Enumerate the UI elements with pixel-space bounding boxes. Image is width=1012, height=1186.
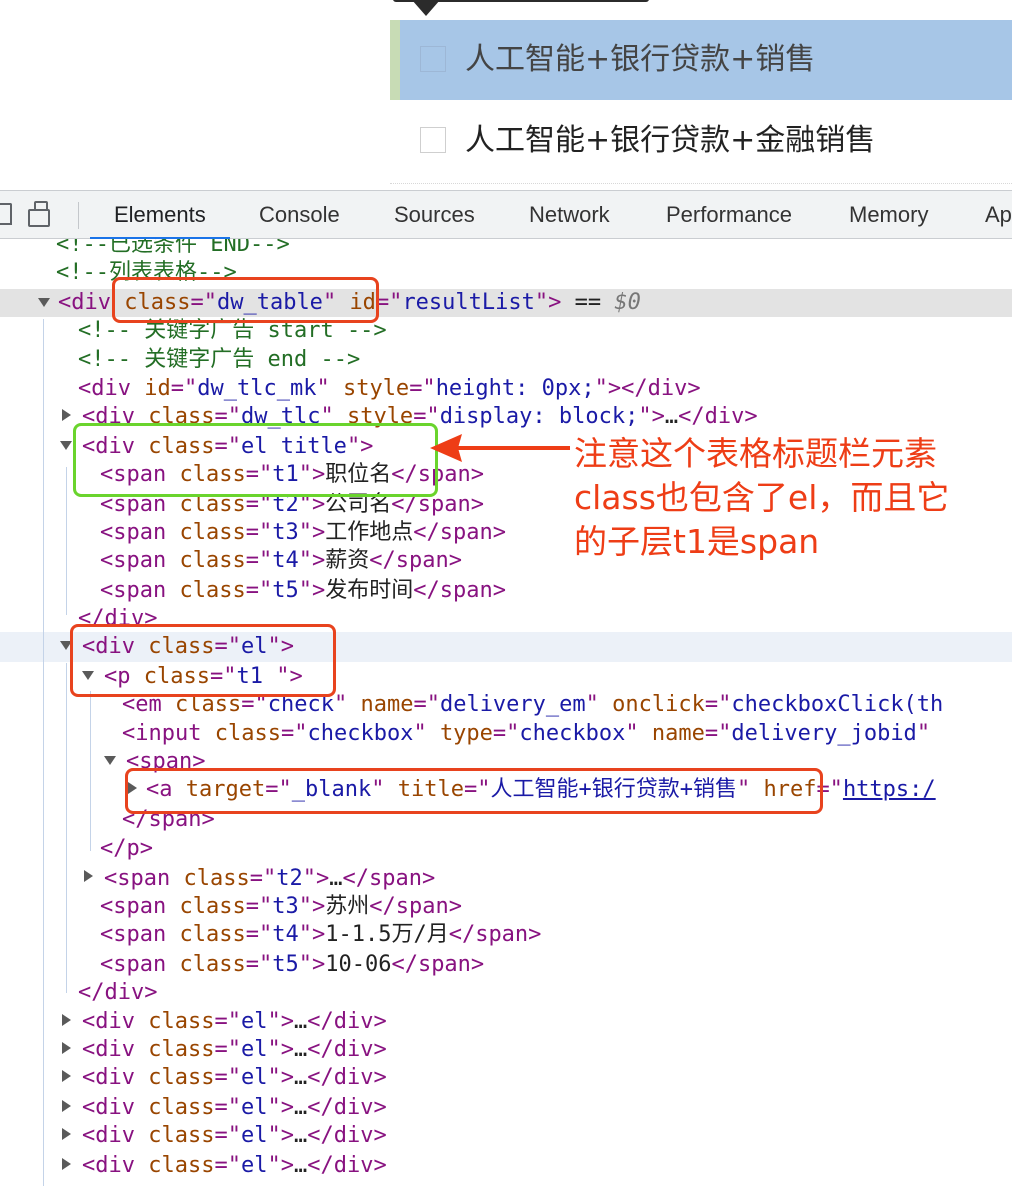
dom-node-el-collapsed[interactable]: <div class="el">…</div> (82, 1036, 387, 1064)
dom-node-title-span[interactable]: <span class="t4">薪资</span> (100, 547, 462, 575)
highlight-box-el-row (70, 624, 336, 697)
dom-node-input[interactable]: <input class="checkbox" type="checkbox" … (122, 720, 930, 748)
dom-close-tag[interactable]: </div> (78, 979, 157, 1007)
job-title-link[interactable]: 人工智能+银行贷款+金融销售 (465, 121, 875, 161)
elements-panel: <!--已选条件 END--> <!--列表表格--> <div class="… (0, 239, 1012, 1186)
collapse-toggle-icon[interactable] (38, 298, 50, 307)
tab-memory[interactable]: Memory (849, 191, 928, 238)
job-row[interactable]: 人工智能+银行贷款+金融销售 (390, 101, 1012, 181)
dom-node-el-collapsed[interactable]: <div class="el">…</div> (82, 1094, 387, 1122)
expand-toggle-icon[interactable] (84, 870, 93, 882)
tab-console[interactable]: Console (259, 191, 340, 238)
dom-node-tlc-mk[interactable]: <div id="dw_tlc_mk" style="height: 0px;"… (78, 375, 701, 403)
indent-guide (66, 663, 67, 993)
dom-comment[interactable]: <!-- 关键字广告 end --> (78, 346, 360, 374)
expand-toggle-icon[interactable] (62, 1042, 71, 1054)
indent-guide (43, 319, 44, 1186)
tab-application[interactable]: Ap (985, 191, 1012, 238)
expand-toggle-icon[interactable] (62, 1100, 71, 1112)
row-divider (390, 183, 1012, 184)
expand-toggle-icon[interactable] (62, 1014, 71, 1026)
job-checkbox[interactable] (420, 127, 446, 153)
job-list-page: 人工智能+银行贷款+销售 人工智能+银行贷款+金融销售 (0, 0, 1012, 190)
toolbar-divider (78, 202, 79, 229)
annotation-note-line: class也包含了el，而且它 (574, 478, 950, 517)
tab-network[interactable]: Network (529, 191, 610, 238)
tooltip-arrow (412, 0, 440, 16)
expand-toggle-icon[interactable] (62, 409, 71, 421)
tab-sources[interactable]: Sources (394, 191, 475, 238)
highlight-box-el-title (73, 423, 438, 497)
indent-guide (90, 691, 91, 851)
dom-node-span-t4[interactable]: <span class="t4">1-1.5万/月</span> (100, 921, 541, 949)
collapse-toggle-icon[interactable] (60, 441, 72, 450)
tab-performance[interactable]: Performance (666, 191, 792, 238)
job-row-highlighted[interactable]: 人工智能+银行贷款+销售 (390, 20, 1012, 100)
expand-toggle-icon[interactable] (62, 1070, 71, 1082)
expand-toggle-icon[interactable] (62, 1128, 71, 1140)
dom-comment[interactable]: <!--已选条件 END--> (56, 239, 290, 259)
annotation-note-line: 注意这个表格标题栏元素 (574, 434, 937, 473)
expand-toggle-icon[interactable] (62, 1158, 71, 1170)
annotation-note-line: 的子层t1是span (574, 522, 820, 561)
dom-node-span-t5[interactable]: <span class="t5">10-06</span> (100, 951, 484, 979)
job-checkbox[interactable] (420, 46, 446, 72)
indent-guide (66, 467, 67, 615)
annotation-arrow-icon (430, 434, 570, 462)
dom-node-span-t3[interactable]: <span class="t3">苏州</span> (100, 893, 462, 921)
devtools-toolbar: Elements Console Sources Network Perform… (0, 190, 1012, 239)
inspect-element-icon[interactable] (0, 203, 12, 225)
device-toolbar-icon[interactable] (28, 201, 58, 229)
dom-node-el-collapsed[interactable]: <div class="el">…</div> (82, 1152, 387, 1180)
row-highlight-bar (390, 20, 400, 100)
dom-node-span-t2[interactable]: <span class="t2">…</span> (104, 865, 435, 893)
dom-node-el-collapsed[interactable]: <div class="el">…</div> (82, 1122, 387, 1150)
dom-node-title-span[interactable]: <span class="t3">工作地点</span> (100, 519, 506, 547)
dom-node-el-collapsed[interactable]: <div class="el">…</div> (82, 1008, 387, 1036)
job-title-link[interactable]: 人工智能+银行贷款+销售 (465, 40, 815, 80)
annotation-note: 注意这个表格标题栏元素 class也包含了el，而且它 的子层t1是span (574, 432, 1004, 564)
highlight-box-dw-table (112, 277, 379, 323)
dom-node-el-collapsed[interactable]: <div class="el">…</div> (82, 1064, 387, 1092)
highlight-box-a-link (125, 768, 823, 814)
tab-elements[interactable]: Elements (90, 191, 230, 239)
dom-node-title-span[interactable]: <span class="t5">发布时间</span> (100, 577, 506, 605)
dom-close-tag[interactable]: </p> (100, 835, 153, 863)
collapse-toggle-icon[interactable] (104, 756, 116, 765)
